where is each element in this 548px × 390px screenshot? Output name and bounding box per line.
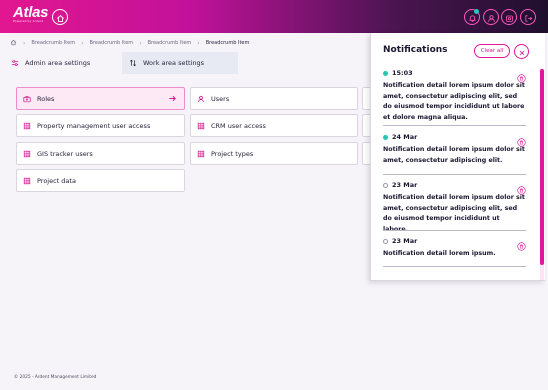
tab-label: Admin area settings xyxy=(25,59,91,67)
grid-icon xyxy=(23,150,31,158)
arrow-right-icon xyxy=(168,94,177,105)
settings-item-label: Property management user access xyxy=(37,121,151,130)
settings-item-label: CRM user access xyxy=(211,121,266,130)
footer-copyright: © 2025 - Ardent Management Limited xyxy=(14,375,97,380)
notifications-panel: Notifications Clear all 15:03 Notificati… xyxy=(370,33,545,281)
settings-item-label: Project types xyxy=(211,149,254,158)
breadcrumb-separator: › xyxy=(139,39,142,47)
settings-item-label: Users xyxy=(211,94,230,103)
divider xyxy=(383,230,526,231)
breadcrumb-separator: › xyxy=(81,39,84,47)
notification-item[interactable]: 23 Mar Notification detail lorem ipsum d… xyxy=(383,180,526,235)
breadcrumb-separator: › xyxy=(197,39,200,47)
settings-item-label: GIS tracker users xyxy=(37,149,93,158)
breadcrumb-item[interactable]: Breadcrumb Item xyxy=(148,40,192,46)
notification-badge xyxy=(474,9,479,14)
breadcrumb: › Breadcrumb Item › Breadcrumb Item › Br… xyxy=(10,38,249,48)
delete-notification-icon[interactable] xyxy=(517,180,526,199)
clear-all-button[interactable]: Clear all xyxy=(474,44,510,58)
settings-button[interactable] xyxy=(501,9,517,25)
notification-date: 23 Mar xyxy=(392,237,418,245)
user-icon xyxy=(487,8,496,27)
logo-text: Atlas xyxy=(13,4,49,21)
read-dot xyxy=(383,238,388,244)
breadcrumb-home-icon[interactable] xyxy=(10,39,17,48)
tab-admin-area-settings[interactable]: Admin area settings xyxy=(7,52,120,74)
sort-icon xyxy=(129,59,137,67)
sliders-icon xyxy=(11,59,19,67)
grid-icon xyxy=(197,150,205,158)
divider xyxy=(383,125,526,126)
notification-item[interactable]: 24 Mar Notification detail lorem ipsum d… xyxy=(383,132,526,166)
divider xyxy=(383,266,526,267)
notification-date: 23 Mar xyxy=(392,181,418,189)
notification-text: Notification detail lorem ipsum dolor si… xyxy=(383,82,525,121)
grid-icon xyxy=(23,177,31,185)
notification-date: 24 Mar xyxy=(392,133,418,141)
settings-item-roles[interactable]: Roles xyxy=(16,87,185,110)
notification-text: Notification detail lorem ipsum dolor si… xyxy=(383,146,525,164)
logo-subtext: Powered by Ardent xyxy=(13,19,44,23)
unread-dot xyxy=(383,70,388,76)
breadcrumb-separator: › xyxy=(23,39,26,47)
top-header: Atlas Powered by Ardent xyxy=(0,0,548,33)
delete-notification-icon[interactable] xyxy=(517,68,526,87)
delete-notification-icon[interactable] xyxy=(517,236,526,255)
user-icon xyxy=(197,95,205,103)
notification-text: Notification detail lorem ipsum dolor si… xyxy=(383,194,525,233)
notification-date: 15:03 xyxy=(392,69,413,77)
close-icon xyxy=(518,42,526,61)
settings-item-project-types[interactable]: Project types xyxy=(190,142,358,165)
tab-work-area-settings[interactable]: Work area settings xyxy=(122,52,238,74)
settings-item-project-data[interactable]: Project data xyxy=(16,169,185,192)
logout-icon xyxy=(524,8,533,27)
settings-icon xyxy=(505,8,514,27)
tab-label: Work area settings xyxy=(143,59,205,67)
notification-item[interactable]: 15:03 Notification detail lorem ipsum do… xyxy=(383,68,526,123)
breadcrumb-item[interactable]: Breadcrumb Item xyxy=(90,40,134,46)
atlas-logo[interactable]: Atlas Powered by Ardent xyxy=(13,4,49,23)
grid-icon xyxy=(23,122,31,130)
divider xyxy=(383,174,526,175)
settings-item-crm-user-access[interactable]: CRM user access xyxy=(190,114,358,137)
settings-item-users[interactable]: Users xyxy=(190,87,358,110)
panel-title: Notifications xyxy=(383,45,448,55)
breadcrumb-current: Breadcrumb Item xyxy=(205,40,250,46)
home-icon xyxy=(56,8,65,27)
home-button[interactable] xyxy=(52,9,68,25)
settings-item-label: Roles xyxy=(37,94,55,103)
settings-item-property-management[interactable]: Property management user access xyxy=(16,114,185,137)
settings-item-label: Project data xyxy=(37,176,76,185)
scrollbar-thumb[interactable] xyxy=(540,69,544,265)
grid-icon xyxy=(197,122,205,130)
settings-item-gis-tracker-users[interactable]: GIS tracker users xyxy=(16,142,185,165)
close-panel-button[interactable] xyxy=(514,44,529,59)
notification-item[interactable]: 23 Mar Notification detail lorem ipsum. xyxy=(383,236,526,260)
unread-dot xyxy=(383,134,388,140)
read-dot xyxy=(383,182,388,188)
briefcase-icon xyxy=(23,95,31,103)
notification-text: Notification detail lorem ipsum. xyxy=(383,250,496,257)
logout-button[interactable] xyxy=(520,9,536,25)
profile-button[interactable] xyxy=(483,9,499,25)
delete-notification-icon[interactable] xyxy=(517,132,526,151)
breadcrumb-item[interactable]: Breadcrumb Item xyxy=(31,40,75,46)
